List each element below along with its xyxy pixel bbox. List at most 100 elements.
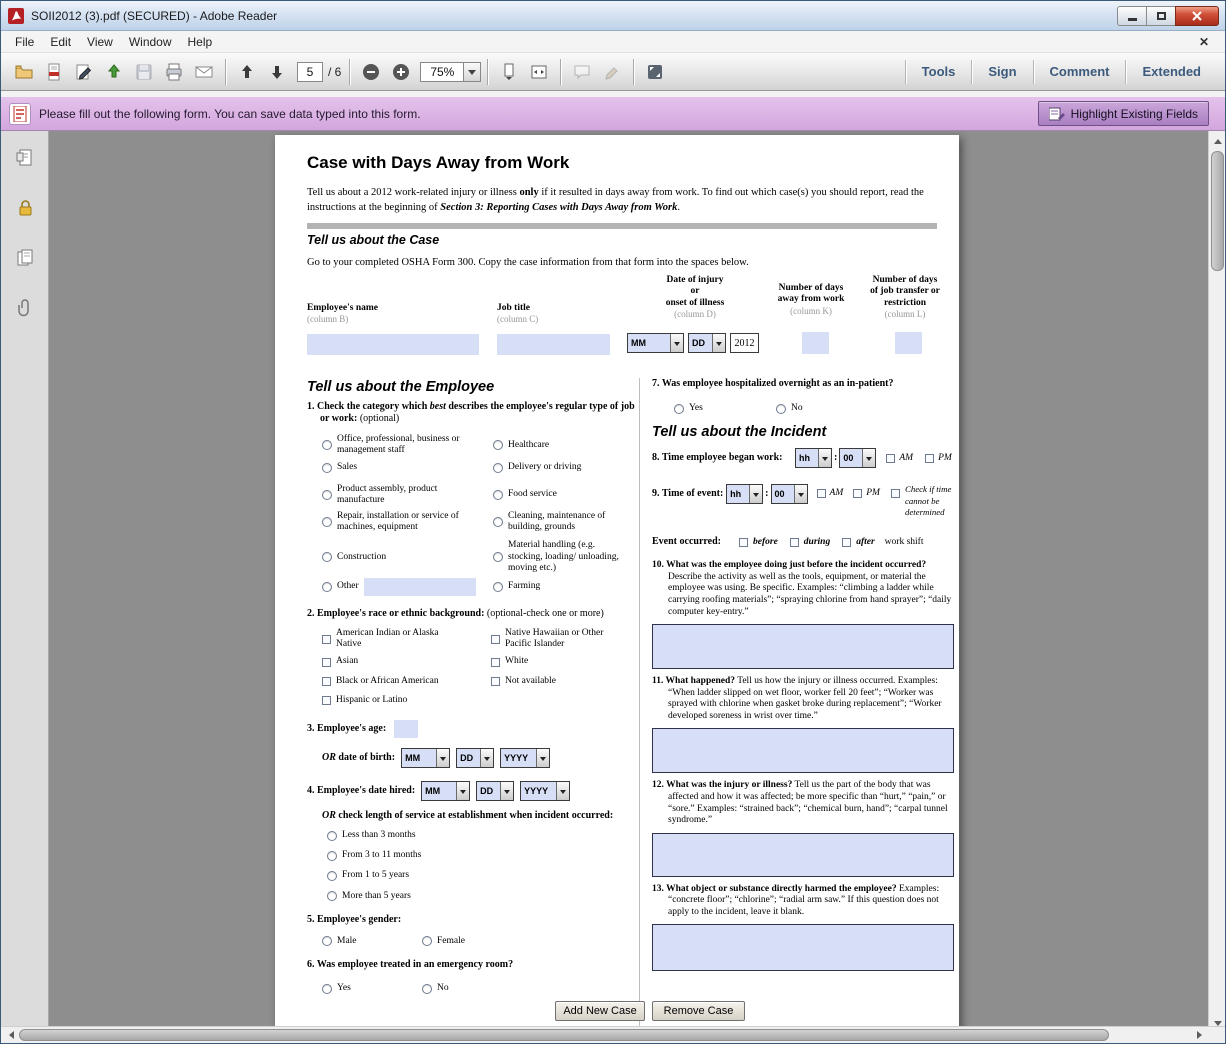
dropdown-arrow-icon[interactable] [862,449,875,467]
radio-hospitalized-yes[interactable] [674,404,684,414]
dropdown-arrow-icon[interactable] [818,449,831,467]
injury-day-select[interactable]: DD [688,333,726,353]
sign-icon[interactable] [70,59,98,85]
radio-delivery-driving[interactable] [493,463,503,473]
radio-other[interactable] [322,582,332,592]
share-icon[interactable] [100,59,128,85]
radio-er-yes[interactable] [322,984,332,994]
page-number-input[interactable]: 5 [297,62,323,82]
hired-day-select[interactable]: DD [476,781,514,801]
scroll-right-icon[interactable] [1193,1027,1210,1043]
checkbox-american-indian[interactable] [322,635,331,644]
horizontal-scroll-thumb[interactable] [19,1029,1109,1041]
checkbox-black-african-american[interactable] [322,677,331,686]
dob-year-select[interactable]: YYYY [500,748,550,768]
minimize-button[interactable] [1117,6,1147,26]
attachments-icon[interactable] [12,295,38,321]
next-page-icon[interactable] [263,59,291,85]
radio-3-11-months[interactable] [327,851,337,861]
checkbox-not-available[interactable] [491,677,500,686]
radio-healthcare[interactable] [493,440,503,450]
event-hour-select[interactable]: hh [726,484,763,504]
employee-age-input[interactable] [394,720,418,738]
document-close-icon[interactable]: ✕ [1189,35,1219,49]
checkbox-before[interactable] [739,538,748,547]
days-away-input[interactable] [802,332,829,354]
job-title-input[interactable] [497,334,610,355]
dob-day-select[interactable]: DD [456,748,494,768]
dropdown-arrow-icon[interactable] [500,782,513,800]
save-icon[interactable] [130,59,158,85]
fit-width-icon[interactable] [525,59,553,85]
dropdown-arrow-icon[interactable] [749,485,762,503]
export-pdf-icon[interactable] [40,59,68,85]
checkbox-hispanic-latino[interactable] [322,696,331,705]
radio-material-handling[interactable] [493,552,503,562]
injury-month-select[interactable]: MM [627,333,684,353]
sign-panel-button[interactable]: Sign [972,64,1032,79]
checkbox-native-hawaiian[interactable] [491,635,500,644]
open-icon[interactable] [10,59,38,85]
horizontal-scrollbar[interactable] [1,1026,1226,1043]
checkbox-began-am[interactable] [886,454,895,463]
comment-bubble-icon[interactable] [568,59,596,85]
checkbox-event-pm[interactable] [853,489,862,498]
dropdown-arrow-icon[interactable] [456,782,469,800]
scroll-left-icon[interactable] [1,1027,18,1043]
radio-food-service[interactable] [493,490,503,500]
vertical-scroll-thumb[interactable] [1211,151,1224,271]
dropdown-arrow-icon[interactable] [670,334,683,352]
checkbox-event-am[interactable] [817,489,826,498]
dropdown-arrow-icon[interactable] [712,334,725,352]
radio-cleaning-maintenance[interactable] [493,517,503,527]
scroll-up-icon[interactable] [1209,131,1226,148]
comment-panel-button[interactable]: Comment [1034,64,1126,79]
highlight-fields-button[interactable]: Highlight Existing Fields [1038,101,1209,126]
remove-case-button[interactable]: Remove Case [652,1001,745,1021]
radio-more-5-years[interactable] [327,891,337,901]
q13-object-textarea[interactable] [652,924,954,971]
dropdown-arrow-icon[interactable] [436,749,449,767]
radio-office-staff[interactable] [322,440,332,450]
began-minute-select[interactable]: 00 [839,448,876,468]
previous-page-icon[interactable] [233,59,261,85]
menu-help[interactable]: Help [180,33,221,51]
hired-year-select[interactable]: YYYY [520,781,570,801]
radio-hospitalized-no[interactable] [776,404,786,414]
email-icon[interactable] [190,59,218,85]
checkbox-asian[interactable] [322,658,331,667]
zoom-dropdown-icon[interactable] [464,62,481,82]
checkbox-white[interactable] [491,658,500,667]
dropdown-arrow-icon[interactable] [556,782,569,800]
menu-view[interactable]: View [79,33,121,51]
radio-repair-installation[interactable] [322,517,332,527]
radio-er-no[interactable] [422,984,432,994]
dropdown-arrow-icon[interactable] [536,749,549,767]
annotate-icon[interactable] [598,59,626,85]
extended-panel-button[interactable]: Extended [1126,64,1217,79]
checkbox-time-undetermined[interactable] [891,489,900,498]
menu-file[interactable]: File [7,33,42,51]
event-minute-select[interactable]: 00 [771,484,808,504]
checkbox-after[interactable] [842,538,851,547]
began-hour-select[interactable]: hh [795,448,832,468]
q12-injury-textarea[interactable] [652,833,954,877]
checkbox-began-pm[interactable] [925,454,934,463]
checkbox-during[interactable] [790,538,799,547]
dropdown-arrow-icon[interactable] [480,749,493,767]
add-new-case-button[interactable]: Add New Case [555,1001,645,1021]
menu-edit[interactable]: Edit [42,33,79,51]
q11-what-happened-textarea[interactable] [652,728,954,773]
zoom-out-icon[interactable] [357,59,385,85]
radio-male[interactable] [322,936,332,946]
maximize-button[interactable] [1146,6,1176,26]
fullscreen-icon[interactable] [641,59,669,85]
tools-panel-button[interactable]: Tools [906,64,972,79]
scrolling-mode-icon[interactable] [495,59,523,85]
hired-month-select[interactable]: MM [421,781,470,801]
other-category-input[interactable] [364,578,476,596]
print-icon[interactable] [160,59,188,85]
security-lock-icon[interactable] [12,195,38,221]
zoom-level-input[interactable]: 75% [420,62,464,82]
radio-construction[interactable] [322,552,332,562]
